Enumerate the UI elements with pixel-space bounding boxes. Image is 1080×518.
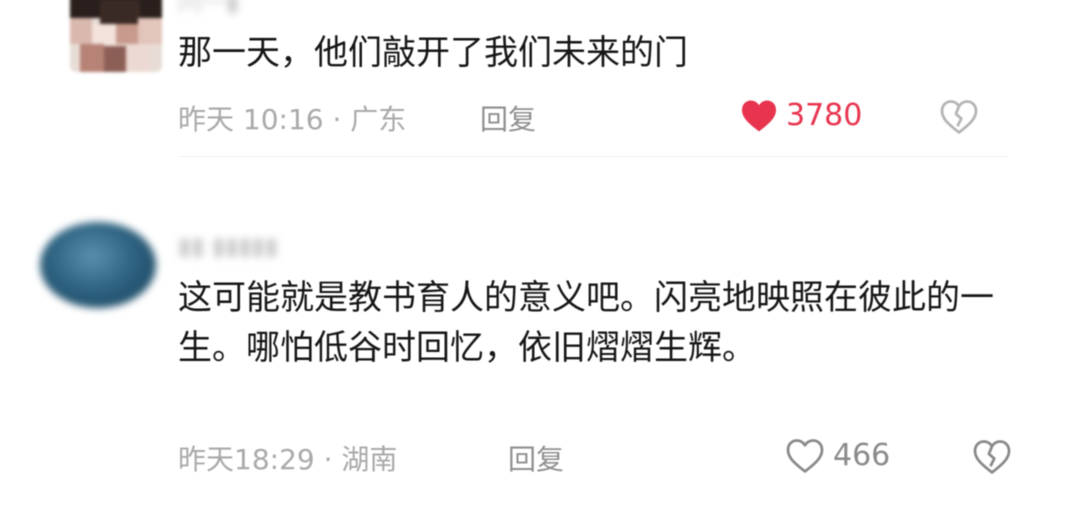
divider bbox=[178, 156, 1008, 157]
avatar[interactable] bbox=[70, 0, 162, 72]
heart-icon bbox=[786, 438, 824, 473]
comment-item: 闪一▮ 那一天，他们敲开了我们未来的门 昨天 10:16 · 广东 回复 378… bbox=[0, 0, 1080, 160]
comment-text: 那一天，他们敲开了我们未来的门 bbox=[178, 33, 688, 73]
reply-button[interactable]: 回复 bbox=[480, 98, 536, 138]
comment-time-location: 昨天 10:16 · 广东 bbox=[178, 103, 407, 136]
heart-icon bbox=[742, 100, 776, 131]
like-button[interactable]: 3780 bbox=[740, 98, 862, 133]
comment-text: 这可能就是教书育人的意义吧。闪亮地映照在彼此的一生。哪怕低谷时回忆，依旧熠熠生辉… bbox=[178, 278, 994, 368]
username[interactable]: 闪一▮ bbox=[178, 0, 239, 17]
username[interactable]: ▮▮ ▮▮▮▮▮ bbox=[178, 232, 278, 260]
avatar[interactable] bbox=[40, 222, 156, 308]
comment-item: ▮▮ ▮▮▮▮▮ 这可能就是教书育人的意义吧。闪亮地映照在彼此的一生。哪怕低谷时… bbox=[0, 200, 1080, 500]
like-count: 3780 bbox=[786, 98, 863, 133]
reply-button[interactable]: 回复 bbox=[508, 438, 564, 478]
like-count: 466 bbox=[833, 438, 891, 473]
like-button[interactable]: 466 bbox=[785, 438, 890, 473]
dislike-button[interactable] bbox=[972, 440, 1012, 478]
broken-heart-icon bbox=[973, 440, 1011, 474]
comment-time-location: 昨天18:29 · 湖南 bbox=[178, 443, 398, 476]
dislike-button[interactable] bbox=[940, 100, 978, 138]
broken-heart-icon bbox=[940, 100, 978, 134]
